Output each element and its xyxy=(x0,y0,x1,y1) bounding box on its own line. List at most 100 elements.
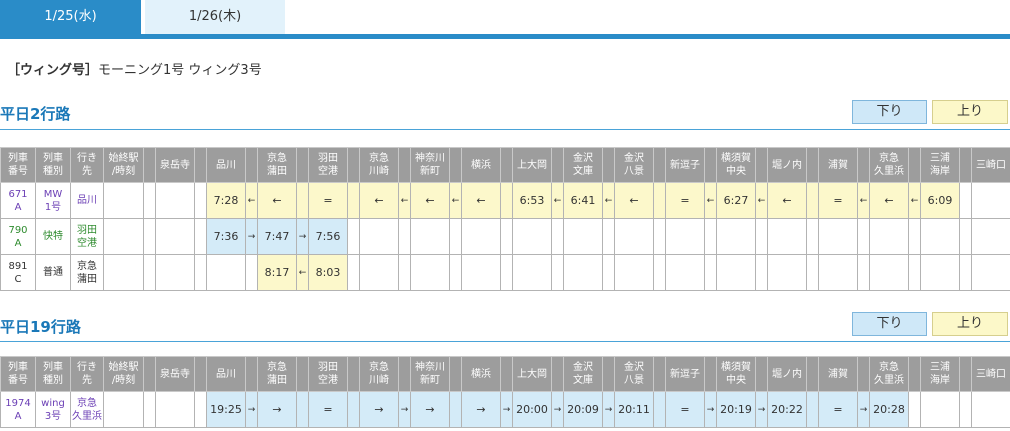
header-spacer xyxy=(143,147,156,183)
header-station: 品川 xyxy=(206,147,246,183)
header-station: 金沢 八景 xyxy=(614,147,654,183)
down-direction-button[interactable]: 下り xyxy=(852,100,927,124)
destination-cell: 京急 久里浜 xyxy=(70,391,104,428)
header-station: 金沢 八景 xyxy=(614,356,654,392)
train-row: 790 A 快特 羽田 空港 7:36 → 7:47 → 7:56 xyxy=(0,218,1010,255)
time-cell: 7:36 xyxy=(206,218,246,255)
header-station: 京急 川崎 xyxy=(359,356,399,392)
tab-date-1[interactable]: 1/25(水) xyxy=(0,0,141,34)
header-spacer xyxy=(347,356,360,392)
section-divider xyxy=(0,129,1010,130)
arrow-cell xyxy=(959,391,972,428)
arrow-cell: → xyxy=(245,391,258,428)
time-cell: 20:00 xyxy=(512,391,552,428)
arrow-cell: ← xyxy=(296,254,309,291)
header-destination: 行き 先 xyxy=(70,356,104,392)
time-cell: 8:17 xyxy=(257,254,297,291)
arrow-cell xyxy=(296,182,309,219)
train-type-cell: MW 1号 xyxy=(35,182,71,219)
arrow-cell xyxy=(449,391,462,428)
time-cell xyxy=(767,218,807,255)
timetable-container: 列車 番号 列車 種別 行き 先始終駅 /時刻 泉岳寺 品川 京急 蒲田 羽田 空港 京急 川… xyxy=(0,356,1010,428)
header-spacer xyxy=(500,147,513,183)
train-number-cell: 1974 A xyxy=(0,391,36,428)
header-station: 新逗子 xyxy=(665,356,705,392)
time-cell: 20:19 xyxy=(716,391,756,428)
arrow-cell xyxy=(347,218,360,255)
time-cell xyxy=(767,254,807,291)
train-number-cell: 790 A xyxy=(0,218,36,255)
arrow-cell: ← xyxy=(704,182,717,219)
time-cell xyxy=(512,218,552,255)
down-direction-button[interactable]: 下り xyxy=(852,312,927,336)
header-spacer xyxy=(959,147,972,183)
header-spacer xyxy=(602,147,615,183)
header-spacer xyxy=(908,356,921,392)
arrow-cell xyxy=(959,218,972,255)
header-row: 列車 番号 列車 種別 行き 先始終駅 /時刻 泉岳寺 品川 京急 蒲田 羽田 空港 京急 川… xyxy=(0,356,1010,392)
header-spacer xyxy=(398,147,411,183)
up-direction-button[interactable]: 上り xyxy=(932,100,1008,124)
time-cell: 19:25 xyxy=(206,391,246,428)
header-spacer xyxy=(551,147,564,183)
arrow-cell: → xyxy=(500,391,513,428)
time-cell xyxy=(665,254,705,291)
header-spacer xyxy=(449,147,462,183)
time-cell: ← xyxy=(461,182,501,219)
time-cell: ← xyxy=(359,182,399,219)
header-spacer xyxy=(296,356,309,392)
header-spacer xyxy=(296,147,309,183)
arrow-cell: → xyxy=(551,391,564,428)
header-station: 神奈川 新町 xyxy=(410,356,450,392)
time-cell xyxy=(971,218,1010,255)
time-cell xyxy=(869,254,909,291)
header-spacer xyxy=(551,356,564,392)
header-station: 三崎口 xyxy=(971,147,1010,183)
arrow-cell xyxy=(143,254,156,291)
arrow-cell xyxy=(194,391,207,428)
header-station: 三浦 海岸 xyxy=(920,356,960,392)
header-spacer xyxy=(500,356,513,392)
time-cell: 20:22 xyxy=(767,391,807,428)
arrow-cell xyxy=(500,218,513,255)
time-cell: 6:27 xyxy=(716,182,756,219)
header-station: 浦賀 xyxy=(818,356,858,392)
header-spacer xyxy=(194,356,207,392)
destination-cell: 品川 xyxy=(70,182,104,219)
arrow-cell xyxy=(653,391,666,428)
time-cell xyxy=(971,254,1010,291)
header-station: 横須賀 中央 xyxy=(716,356,756,392)
arrow-cell: → xyxy=(296,218,309,255)
up-direction-button[interactable]: 上り xyxy=(932,312,1008,336)
service-tag: ［ウィング号］ xyxy=(7,63,99,78)
time-cell xyxy=(206,254,246,291)
header-spacer xyxy=(908,147,921,183)
arrow-cell xyxy=(347,391,360,428)
time-cell xyxy=(410,218,450,255)
header-origin: 始終駅 /時刻 xyxy=(103,356,144,392)
arrow-cell xyxy=(653,218,666,255)
arrow-cell xyxy=(449,218,462,255)
arrow-cell: ← xyxy=(857,182,870,219)
arrow-cell: ← xyxy=(602,182,615,219)
tab-date-2[interactable]: 1/26(木) xyxy=(145,0,285,34)
arrow-cell xyxy=(296,391,309,428)
header-spacer xyxy=(602,356,615,392)
header-spacer xyxy=(194,147,207,183)
arrow-cell: ← xyxy=(398,182,411,219)
header-spacer xyxy=(143,356,156,392)
header-destination: 行き 先 xyxy=(70,147,104,183)
header-station: 京急 久里浜 xyxy=(869,356,909,392)
header-spacer xyxy=(857,147,870,183)
header-row: 列車 番号 列車 種別 行き 先始終駅 /時刻 泉岳寺 品川 京急 蒲田 羽田 空港 京急 川… xyxy=(0,147,1010,183)
time-cell: = xyxy=(665,391,705,428)
arrow-cell: ← xyxy=(449,182,462,219)
time-cell: ← xyxy=(410,182,450,219)
arrow-cell xyxy=(704,218,717,255)
arrow-cell xyxy=(806,254,819,291)
time-cell xyxy=(920,254,960,291)
time-cell xyxy=(818,254,858,291)
time-cell: 8:03 xyxy=(308,254,348,291)
time-cell xyxy=(563,254,603,291)
service-names: モーニング1号 ウィング3号 xyxy=(98,63,262,78)
